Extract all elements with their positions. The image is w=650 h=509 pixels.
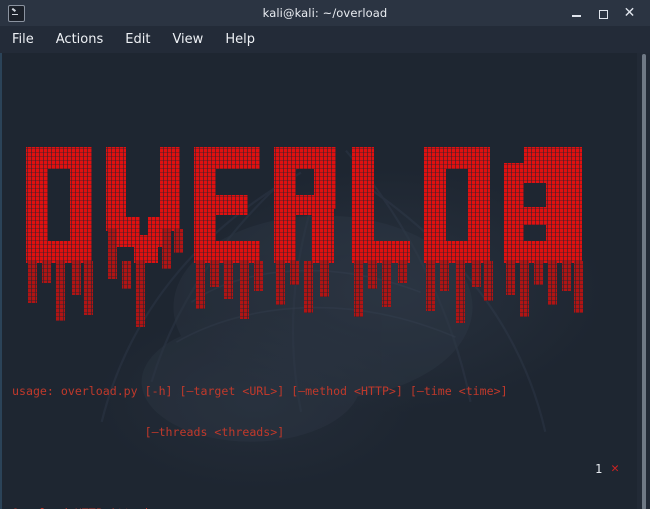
terminal-body: usage: overload.py [-h] [—target <URL>] … [0, 53, 650, 509]
terminal-icon [8, 4, 25, 22]
error-x-icon: ✕ [611, 461, 619, 476]
menu-item-file[interactable]: File [12, 32, 34, 47]
title-bar: kali@kali: ~/overload ✕ [0, 0, 650, 26]
menu-item-edit[interactable]: Edit [125, 32, 150, 47]
terminal-window: kali@kali: ~/overload ✕ File Actions Edi… [0, 0, 650, 509]
scrollbar-thumb[interactable] [641, 54, 646, 509]
menu-bar: File Actions Edit View Help [0, 26, 650, 53]
close-button[interactable]: ✕ [623, 6, 636, 20]
usage-line-1: usage: overload.py [-h] [—target <URL>] … [12, 383, 508, 398]
window-controls: ✕ [571, 6, 644, 20]
overload-banner [12, 113, 637, 327]
status-count: 1 [594, 461, 603, 476]
minimize-button[interactable] [571, 7, 584, 20]
terminal-screen[interactable]: usage: overload.py [-h] [—target <URL>] … [0, 53, 637, 509]
menu-item-actions[interactable]: Actions [56, 32, 104, 47]
menu-item-help[interactable]: Help [225, 32, 255, 47]
terminal-output: usage: overload.py [-h] [—target <URL>] … [2, 53, 637, 509]
exit-status: 1 ✕ [595, 461, 619, 476]
usage-line-2: [—threads <threads>] [12, 424, 285, 439]
menu-item-view[interactable]: View [172, 32, 203, 47]
vertical-scrollbar[interactable] [637, 53, 650, 509]
window-title: kali@kali: ~/overload [262, 6, 388, 20]
maximize-button[interactable] [597, 7, 610, 20]
help-output: usage: overload.py [-h] [—target <URL>] … [12, 358, 637, 509]
